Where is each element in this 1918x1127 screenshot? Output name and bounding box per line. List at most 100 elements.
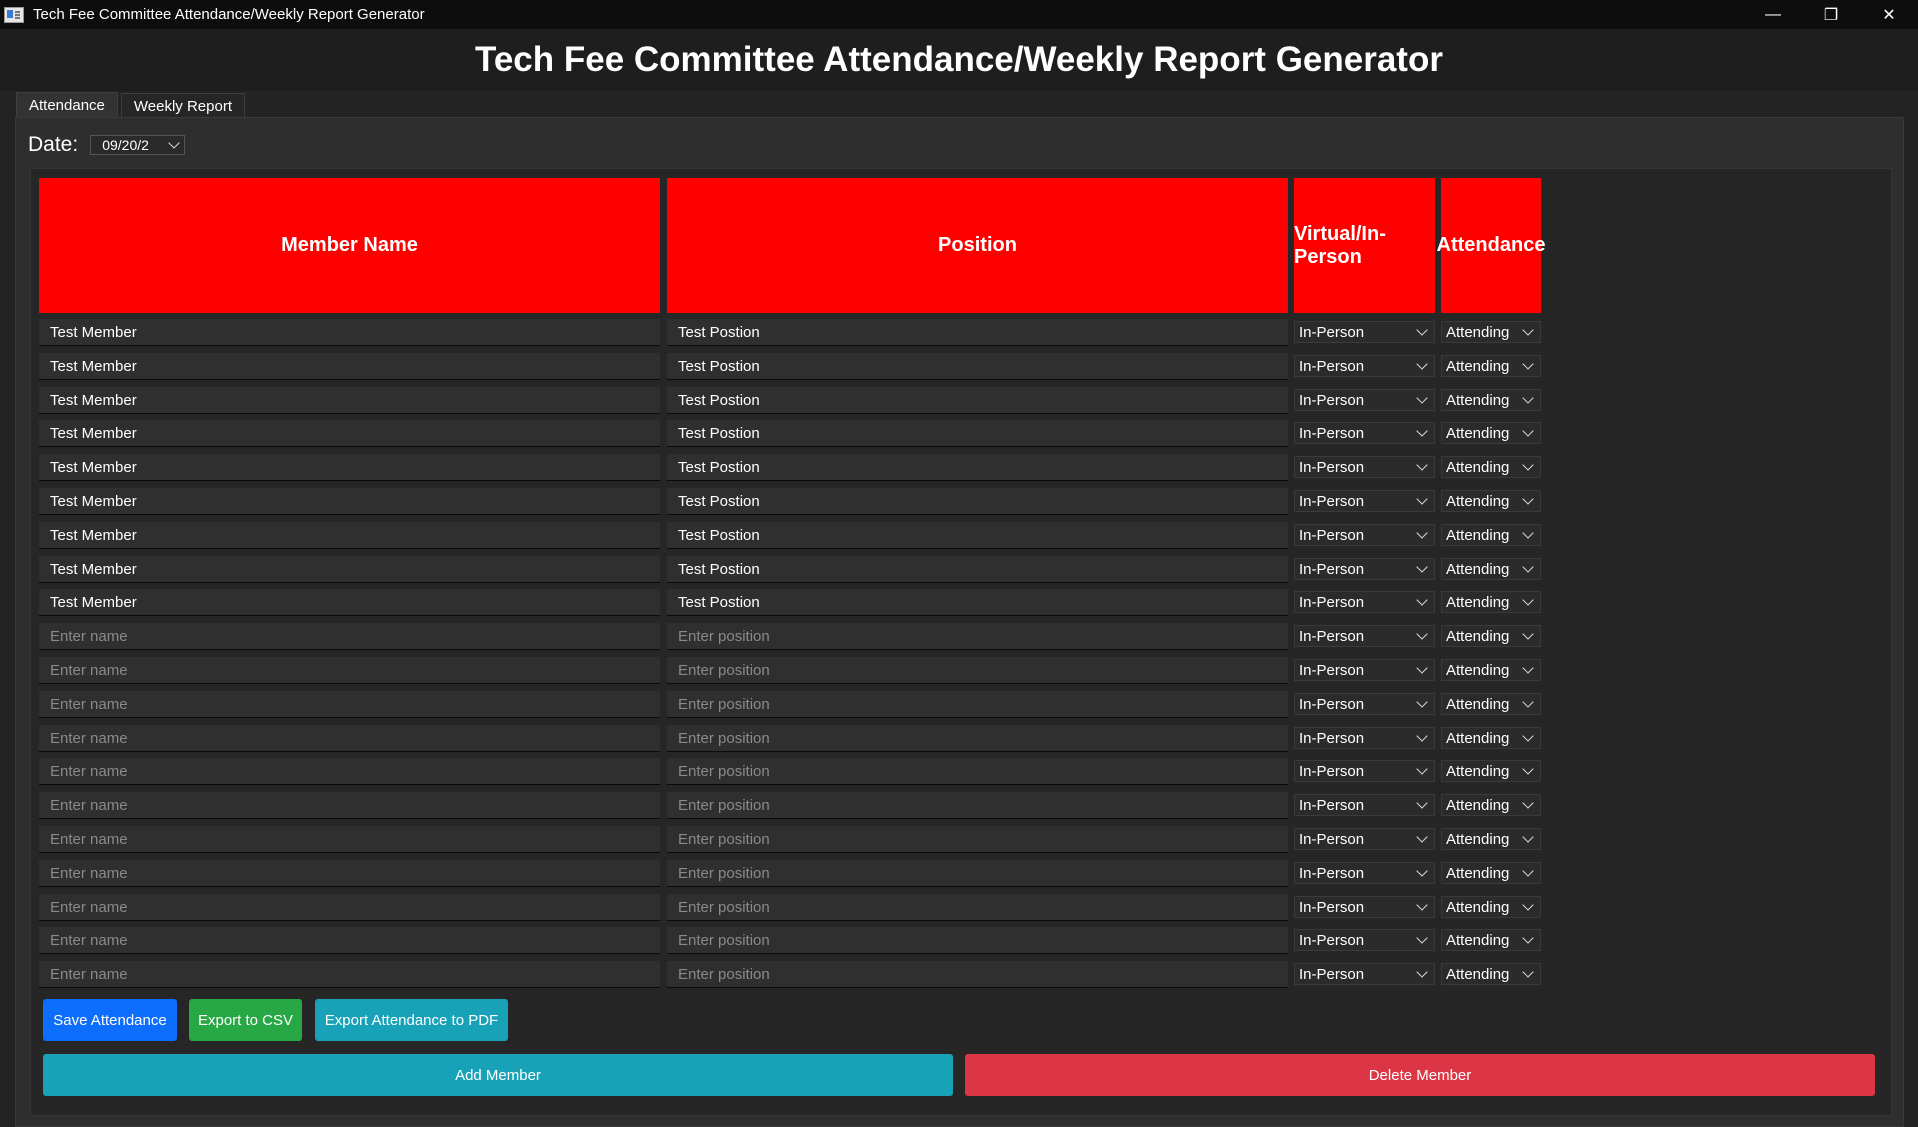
position-input[interactable]: Test Postion <box>667 488 1288 515</box>
attendance-select[interactable]: Attending <box>1441 321 1541 343</box>
name-input[interactable]: Enter name <box>39 758 660 785</box>
tab-attendance[interactable]: Attendance <box>16 92 118 120</box>
position-input[interactable]: Test Postion <box>667 387 1288 414</box>
position-input[interactable]: Test Postion <box>667 353 1288 380</box>
position-input[interactable]: Test Postion <box>667 556 1288 583</box>
position-input[interactable]: Enter position <box>667 860 1288 887</box>
window-controls: — ❐ ✕ <box>1744 0 1918 29</box>
name-input[interactable]: Enter name <box>39 826 660 853</box>
attendance-select[interactable]: Attending <box>1441 727 1541 749</box>
virtual-in-person-value: In-Person <box>1299 458 1365 476</box>
name-input[interactable]: Enter name <box>39 725 660 752</box>
position-input[interactable]: Test Postion <box>667 589 1288 616</box>
attendance-select[interactable]: Attending <box>1441 422 1541 444</box>
attendance-select[interactable]: Attending <box>1441 862 1541 884</box>
name-input[interactable]: Enter name <box>39 691 660 718</box>
add-member-button[interactable]: Add Member <box>43 1054 953 1096</box>
attendance-select[interactable]: Attending <box>1441 693 1541 715</box>
virtual-in-person-select[interactable]: In-Person <box>1294 422 1435 444</box>
attendance-select[interactable]: Attending <box>1441 896 1541 918</box>
position-input[interactable]: Enter position <box>667 725 1288 752</box>
name-input[interactable]: Enter name <box>39 961 660 988</box>
name-input[interactable]: Test Member <box>39 319 660 346</box>
position-input[interactable]: Enter position <box>667 758 1288 785</box>
date-select[interactable]: 09/20/2 <box>90 135 186 155</box>
virtual-in-person-value: In-Person <box>1299 695 1365 713</box>
position-input[interactable]: Enter position <box>667 691 1288 718</box>
virtual-in-person-select[interactable]: In-Person <box>1294 727 1435 749</box>
virtual-in-person-select[interactable]: In-Person <box>1294 456 1435 478</box>
chevron-down-icon <box>1416 831 1428 843</box>
virtual-in-person-select[interactable]: In-Person <box>1294 794 1435 816</box>
name-input[interactable]: Test Member <box>39 589 660 616</box>
position-input[interactable]: Enter position <box>667 826 1288 853</box>
virtual-in-person-select[interactable]: In-Person <box>1294 625 1435 647</box>
name-input[interactable]: Test Member <box>39 488 660 515</box>
attendance-select[interactable]: Attending <box>1441 456 1541 478</box>
export-pdf-button[interactable]: Export Attendance to PDF <box>315 999 508 1041</box>
virtual-in-person-select[interactable]: In-Person <box>1294 558 1435 580</box>
position-input[interactable]: Test Postion <box>667 319 1288 346</box>
virtual-in-person-value: In-Person <box>1299 357 1365 375</box>
attendance-select[interactable]: Attending <box>1441 963 1541 985</box>
virtual-in-person-select[interactable]: In-Person <box>1294 963 1435 985</box>
position-input[interactable]: Enter position <box>667 927 1288 954</box>
position-input[interactable]: Enter position <box>667 657 1288 684</box>
position-input[interactable]: Test Postion <box>667 420 1288 447</box>
virtual-in-person-select[interactable]: In-Person <box>1294 321 1435 343</box>
save-attendance-button[interactable]: Save Attendance <box>43 999 177 1041</box>
name-input[interactable]: Test Member <box>39 522 660 549</box>
close-button[interactable]: ✕ <box>1860 0 1918 29</box>
virtual-in-person-value: In-Person <box>1299 898 1365 916</box>
minimize-button[interactable]: — <box>1744 0 1802 29</box>
name-input[interactable]: Test Member <box>39 454 660 481</box>
virtual-in-person-select[interactable]: In-Person <box>1294 693 1435 715</box>
tab-weekly-report[interactable]: Weekly Report <box>120 93 245 120</box>
virtual-in-person-select[interactable]: In-Person <box>1294 659 1435 681</box>
attendance-select[interactable]: Attending <box>1441 659 1541 681</box>
name-input[interactable]: Test Member <box>39 420 660 447</box>
virtual-in-person-select[interactable]: In-Person <box>1294 929 1435 951</box>
name-input[interactable]: Enter name <box>39 927 660 954</box>
attendance-select[interactable]: Attending <box>1441 794 1541 816</box>
virtual-in-person-select[interactable]: In-Person <box>1294 828 1435 850</box>
window-titlebar[interactable]: Tech Fee Committee Attendance/Weekly Rep… <box>0 0 1918 29</box>
virtual-in-person-select[interactable]: In-Person <box>1294 896 1435 918</box>
maximize-button[interactable]: ❐ <box>1802 0 1860 29</box>
virtual-in-person-select[interactable]: In-Person <box>1294 389 1435 411</box>
name-input[interactable]: Enter name <box>39 860 660 887</box>
name-input[interactable]: Enter name <box>39 792 660 819</box>
position-input[interactable]: Enter position <box>667 623 1288 650</box>
name-input[interactable]: Enter name <box>39 894 660 921</box>
virtual-in-person-select[interactable]: In-Person <box>1294 760 1435 782</box>
attendance-select[interactable]: Attending <box>1441 490 1541 512</box>
name-input[interactable]: Test Member <box>39 353 660 380</box>
attendance-value: Attending <box>1446 762 1510 780</box>
position-input[interactable]: Test Postion <box>667 454 1288 481</box>
attendance-select[interactable]: Attending <box>1441 625 1541 647</box>
virtual-in-person-select[interactable]: In-Person <box>1294 862 1435 884</box>
position-input[interactable]: Enter position <box>667 792 1288 819</box>
attendance-select[interactable]: Attending <box>1441 558 1541 580</box>
attendance-select[interactable]: Attending <box>1441 524 1541 546</box>
export-csv-button[interactable]: Export to CSV <box>189 999 302 1041</box>
name-input[interactable]: Test Member <box>39 556 660 583</box>
chevron-down-icon <box>1416 493 1428 505</box>
virtual-in-person-select[interactable]: In-Person <box>1294 524 1435 546</box>
attendance-select[interactable]: Attending <box>1441 389 1541 411</box>
attendance-select[interactable]: Attending <box>1441 760 1541 782</box>
virtual-in-person-select[interactable]: In-Person <box>1294 591 1435 613</box>
name-input[interactable]: Test Member <box>39 387 660 414</box>
attendance-select[interactable]: Attending <box>1441 828 1541 850</box>
attendance-select[interactable]: Attending <box>1441 929 1541 951</box>
name-input[interactable]: Enter name <box>39 657 660 684</box>
position-input[interactable]: Test Postion <box>667 522 1288 549</box>
virtual-in-person-select[interactable]: In-Person <box>1294 490 1435 512</box>
position-input[interactable]: Enter position <box>667 961 1288 988</box>
attendance-select[interactable]: Attending <box>1441 355 1541 377</box>
name-input[interactable]: Enter name <box>39 623 660 650</box>
virtual-in-person-select[interactable]: In-Person <box>1294 355 1435 377</box>
attendance-select[interactable]: Attending <box>1441 591 1541 613</box>
delete-member-button[interactable]: Delete Member <box>965 1054 1875 1096</box>
position-input[interactable]: Enter position <box>667 894 1288 921</box>
